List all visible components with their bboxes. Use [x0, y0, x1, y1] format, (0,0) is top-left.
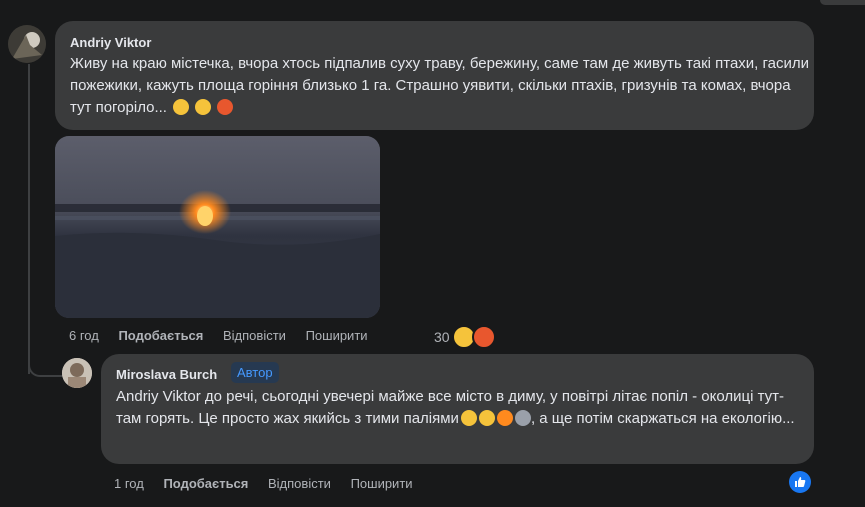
sad-face-icon — [173, 99, 190, 115]
reply-button[interactable]: Відповісти — [268, 476, 331, 491]
weary-cat-icon — [478, 410, 495, 426]
previous-element-edge — [820, 0, 865, 5]
thread-line — [28, 64, 30, 374]
like-button[interactable]: Подобається — [118, 328, 203, 343]
like-button[interactable]: Подобається — [163, 476, 248, 491]
like-reaction-icon[interactable] — [789, 471, 811, 493]
angry-reaction-icon — [471, 325, 496, 349]
comment-author[interactable]: Andriy Viktor — [70, 35, 151, 50]
fire-photo-image — [55, 136, 380, 318]
author-badge: Автор — [231, 362, 279, 383]
comment-time[interactable]: 1 год — [114, 476, 144, 491]
comment-actions: 6 год Подобається Відповісти Поширити — [69, 328, 384, 343]
comment-text: Живу на краю містечка, вчора хтось підпа… — [70, 53, 810, 119]
comment-actions: 1 год Подобається Відповісти Поширити — [114, 476, 429, 491]
thread-connector — [28, 355, 66, 377]
attached-photo[interactable] — [55, 136, 380, 318]
comment-text: Andriy Viktor до речі, сьогодні увечері … — [116, 386, 806, 430]
avatar[interactable] — [62, 358, 92, 388]
share-button[interactable]: Поширити — [351, 476, 413, 491]
avatar[interactable] — [8, 25, 46, 63]
reaction-count: 30 — [434, 329, 450, 345]
fire-icon — [496, 410, 513, 426]
reply-button[interactable]: Відповісти — [223, 328, 286, 343]
comment-text-end: , а ще потім скаржаться на екологію... — [530, 410, 795, 427]
cloud-icon — [514, 410, 531, 426]
angry-face-icon — [217, 99, 234, 115]
avatar-image — [8, 25, 46, 63]
thumbs-up-icon — [795, 477, 806, 487]
crying-cat-icon — [460, 410, 477, 426]
avatar-image — [62, 358, 92, 388]
comment-time[interactable]: 6 год — [69, 328, 99, 343]
reaction-summary[interactable]: 30 — [434, 325, 496, 349]
share-button[interactable]: Поширити — [306, 328, 368, 343]
crying-face-icon — [195, 99, 212, 115]
comment-author[interactable]: Miroslava Burch — [116, 367, 217, 382]
